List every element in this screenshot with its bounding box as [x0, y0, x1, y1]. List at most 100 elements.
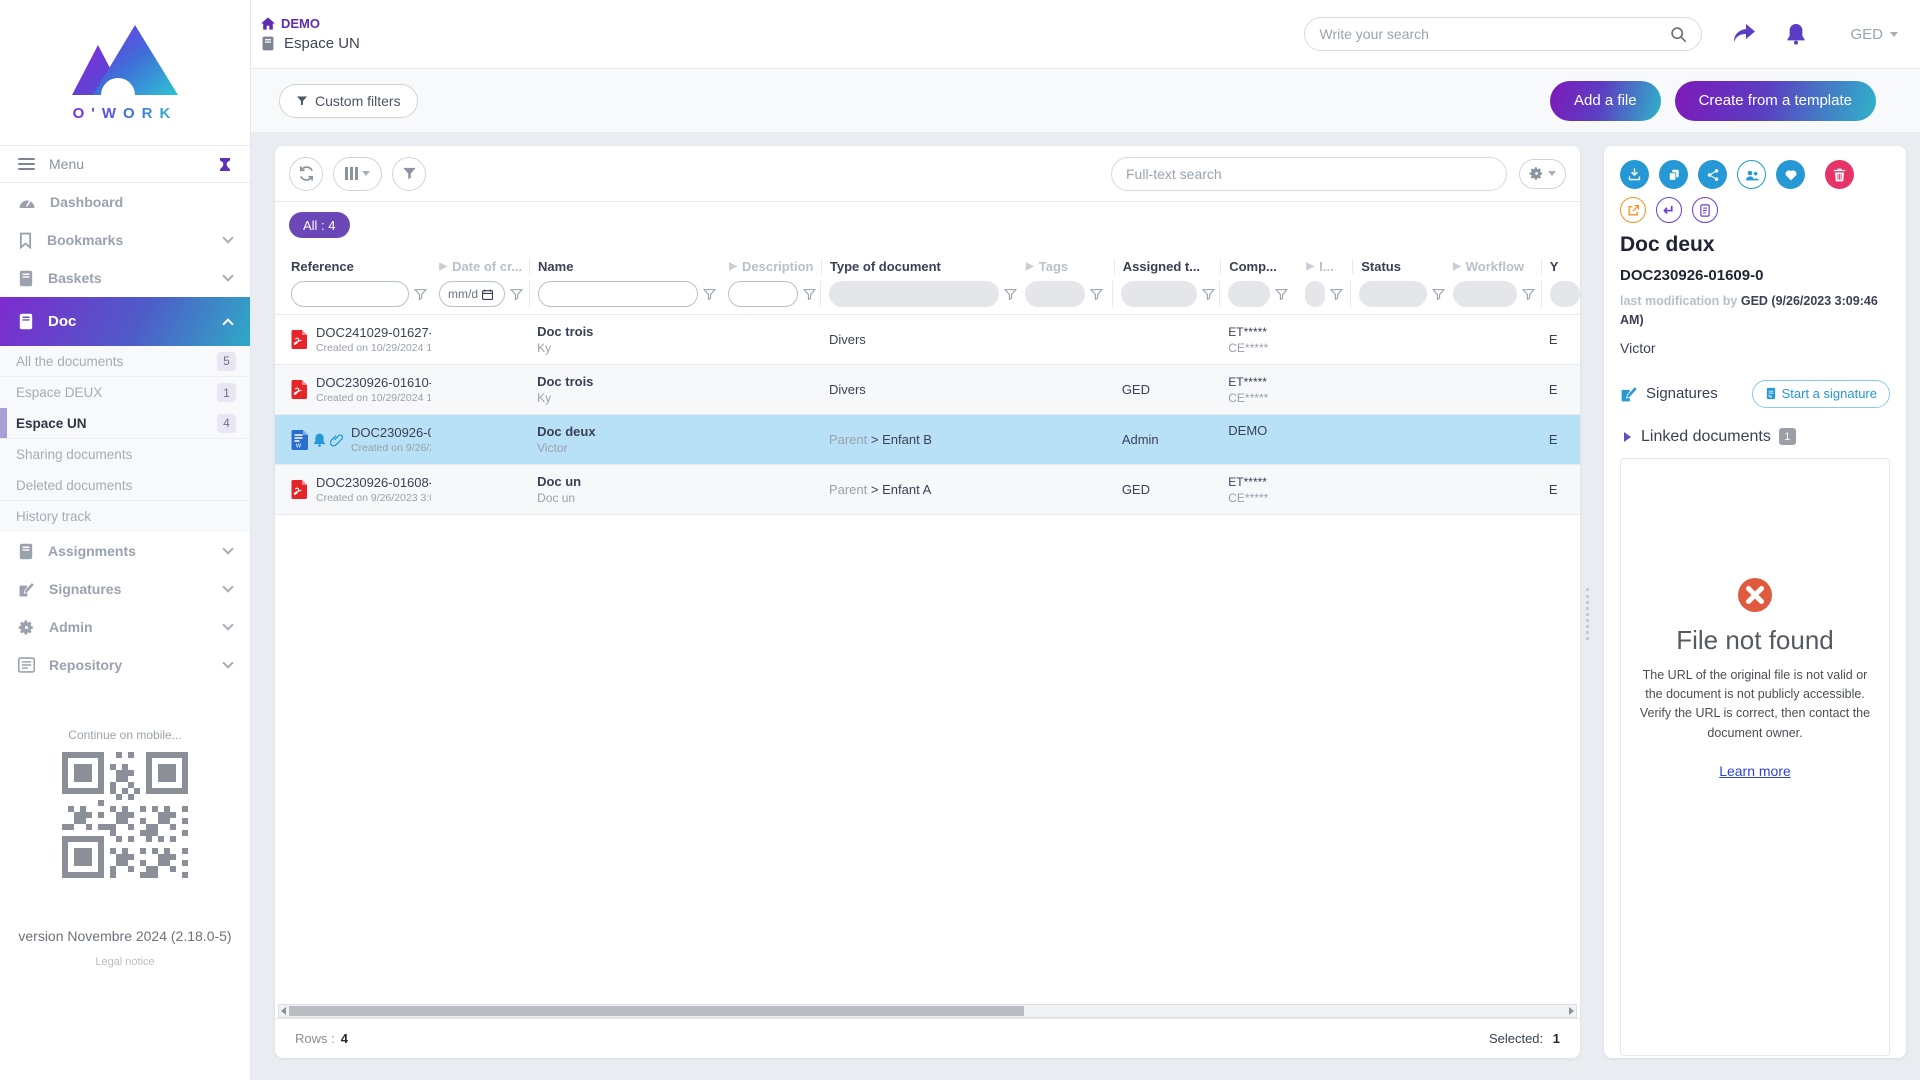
sidebar-item-doc-active[interactable]: Doc	[0, 297, 250, 346]
notifications-button[interactable]	[1786, 23, 1806, 45]
learn-more-link[interactable]: Learn more	[1719, 763, 1791, 779]
funnel-icon[interactable]	[510, 288, 523, 301]
column-header-date[interactable]: ▶Date of cr...	[431, 259, 529, 274]
table-row[interactable]: DOC230926-01608-0 Created on 9/26/2023 3…	[275, 464, 1580, 514]
filter-input-tags[interactable]	[1025, 281, 1085, 307]
filter-input-reference[interactable]	[291, 281, 409, 307]
doc-submenu: All the documents 5 Espace DEUX 1 Espace…	[0, 346, 250, 532]
delete-button[interactable]	[1825, 160, 1854, 189]
share-button[interactable]	[1698, 160, 1727, 189]
copy-button[interactable]	[1659, 160, 1688, 189]
funnel-icon[interactable]	[1004, 288, 1017, 301]
sidebar-subitem-espace-un[interactable]: Espace UN 4	[0, 408, 250, 439]
breadcrumb-root[interactable]: DEMO	[261, 16, 360, 31]
sidebar-item-bookmarks[interactable]: Bookmarks	[0, 221, 250, 259]
open-external-button[interactable]	[1620, 197, 1646, 223]
heart-icon	[1784, 168, 1798, 181]
expand-column-icon[interactable]: ▶	[1453, 261, 1461, 272]
filter-input-description[interactable]	[728, 281, 798, 307]
custom-filters-button[interactable]: Custom filters	[279, 84, 418, 118]
column-header-type[interactable]: Type of document	[821, 259, 1018, 274]
assign-users-button[interactable]	[1737, 160, 1766, 189]
table-row[interactable]: DOC230926-01610-3 Created on 10/29/2024 …	[275, 364, 1580, 414]
sidebar-item-dashboard[interactable]: Dashboard	[0, 183, 250, 221]
filter-button[interactable]	[392, 157, 426, 191]
filter-input-company[interactable]	[1228, 281, 1270, 307]
document-properties-button[interactable]	[1692, 197, 1718, 223]
return-button[interactable]: ↵	[1656, 197, 1682, 223]
table-row[interactable]: DOC241029-01627-0 Created on 10/29/2024 …	[275, 314, 1580, 364]
column-header-workflow[interactable]: ▶Workflow	[1445, 259, 1541, 274]
pin-icon[interactable]	[218, 157, 232, 172]
table-header-row: Reference ▶Date of cr... Name ▶Descripti…	[275, 248, 1580, 274]
filter-input-status[interactable]	[1359, 281, 1427, 307]
filter-input-date[interactable]: mm/d	[439, 281, 505, 307]
filter-input-name[interactable]	[538, 281, 698, 307]
chevron-up-icon	[222, 318, 233, 329]
column-header-y[interactable]: Y	[1541, 259, 1580, 274]
fulltext-search-input[interactable]: Full-text search	[1111, 157, 1507, 191]
column-header-description[interactable]: ▶Description	[721, 259, 821, 274]
funnel-icon[interactable]	[1202, 288, 1215, 301]
funnel-icon[interactable]	[1090, 288, 1103, 301]
filter-chip-all[interactable]: All : 4	[289, 212, 350, 238]
add-file-button[interactable]: Add a file	[1550, 81, 1661, 121]
search-icon[interactable]	[1670, 26, 1687, 43]
funnel-icon[interactable]	[803, 288, 816, 301]
filter-input-i[interactable]	[1305, 281, 1325, 307]
horizontal-scrollbar[interactable]	[278, 1004, 1577, 1018]
sidebar-subitem-all-documents[interactable]: All the documents 5	[0, 346, 250, 377]
legal-notice-link[interactable]: Legal notice	[0, 956, 250, 968]
sidebar-item-assignments[interactable]: Assignments	[0, 532, 250, 570]
expand-column-icon[interactable]: ▶	[729, 261, 737, 272]
scroll-right-arrow[interactable]	[1569, 1007, 1574, 1015]
column-header-i[interactable]: ▶I...	[1298, 259, 1352, 274]
columns-button[interactable]	[333, 157, 382, 191]
sidebar-subitem-history-track[interactable]: History track	[0, 501, 250, 532]
share-button[interactable]	[1732, 23, 1756, 45]
panel-resize-handle[interactable]	[1586, 588, 1591, 640]
global-search-input[interactable]: Write your search	[1304, 17, 1702, 51]
table-row-selected[interactable]: w DOC230926-01609-0 Created on 9/26/2023…	[275, 414, 1580, 464]
sidebar-item-repository[interactable]: Repository	[0, 646, 250, 684]
favorite-button[interactable]	[1776, 160, 1805, 189]
sidebar-subitem-deleted-documents[interactable]: Deleted documents	[0, 470, 250, 501]
expand-column-icon[interactable]: ▶	[439, 261, 447, 272]
column-header-status[interactable]: Status	[1352, 259, 1445, 274]
sidebar-item-signatures[interactable]: Signatures	[0, 570, 250, 608]
column-header-name[interactable]: Name	[529, 259, 721, 274]
table-settings-button[interactable]	[1519, 159, 1566, 189]
scroll-left-arrow[interactable]	[281, 1007, 286, 1015]
expand-column-icon[interactable]: ▶	[1306, 261, 1314, 272]
filter-input-type[interactable]	[829, 281, 999, 307]
sidebar-menu-toggle[interactable]: Menu	[0, 146, 250, 183]
sidebar-item-admin[interactable]: Admin	[0, 608, 250, 646]
expand-column-icon[interactable]: ▶	[1026, 261, 1034, 272]
filter-input-workflow[interactable]	[1453, 281, 1517, 307]
sidebar-item-baskets[interactable]: Baskets	[0, 259, 250, 297]
funnel-icon[interactable]	[1275, 288, 1288, 301]
column-header-reference[interactable]: Reference	[283, 259, 431, 274]
funnel-icon[interactable]	[414, 288, 427, 301]
linked-documents-toggle[interactable]: Linked documents 1	[1620, 428, 1890, 446]
column-header-tags[interactable]: ▶Tags	[1018, 259, 1114, 274]
funnel-icon[interactable]	[1522, 288, 1535, 301]
filter-input-assigned[interactable]	[1121, 281, 1197, 307]
scrollbar-thumb[interactable]	[289, 1006, 1024, 1016]
funnel-icon[interactable]	[703, 288, 716, 301]
subitem-label: Deleted documents	[16, 478, 250, 493]
error-circle-icon	[1737, 577, 1773, 613]
funnel-icon[interactable]	[1330, 288, 1343, 301]
download-button[interactable]	[1620, 160, 1649, 189]
create-from-template-button[interactable]: Create from a template	[1675, 81, 1876, 121]
user-menu[interactable]: GED	[1850, 26, 1898, 43]
column-header-assigned[interactable]: Assigned t...	[1114, 259, 1220, 274]
sidebar-subitem-espace-deux[interactable]: Espace DEUX 1	[0, 377, 250, 408]
funnel-icon[interactable]	[1432, 288, 1445, 301]
column-header-company[interactable]: Comp...	[1220, 259, 1298, 274]
filter-input-y[interactable]	[1550, 281, 1580, 307]
refresh-button[interactable]	[289, 157, 323, 191]
start-signature-button[interactable]: Start a signature	[1752, 380, 1890, 408]
calendar-icon[interactable]	[482, 289, 493, 300]
sidebar-subitem-sharing-documents[interactable]: Sharing documents	[0, 439, 250, 470]
